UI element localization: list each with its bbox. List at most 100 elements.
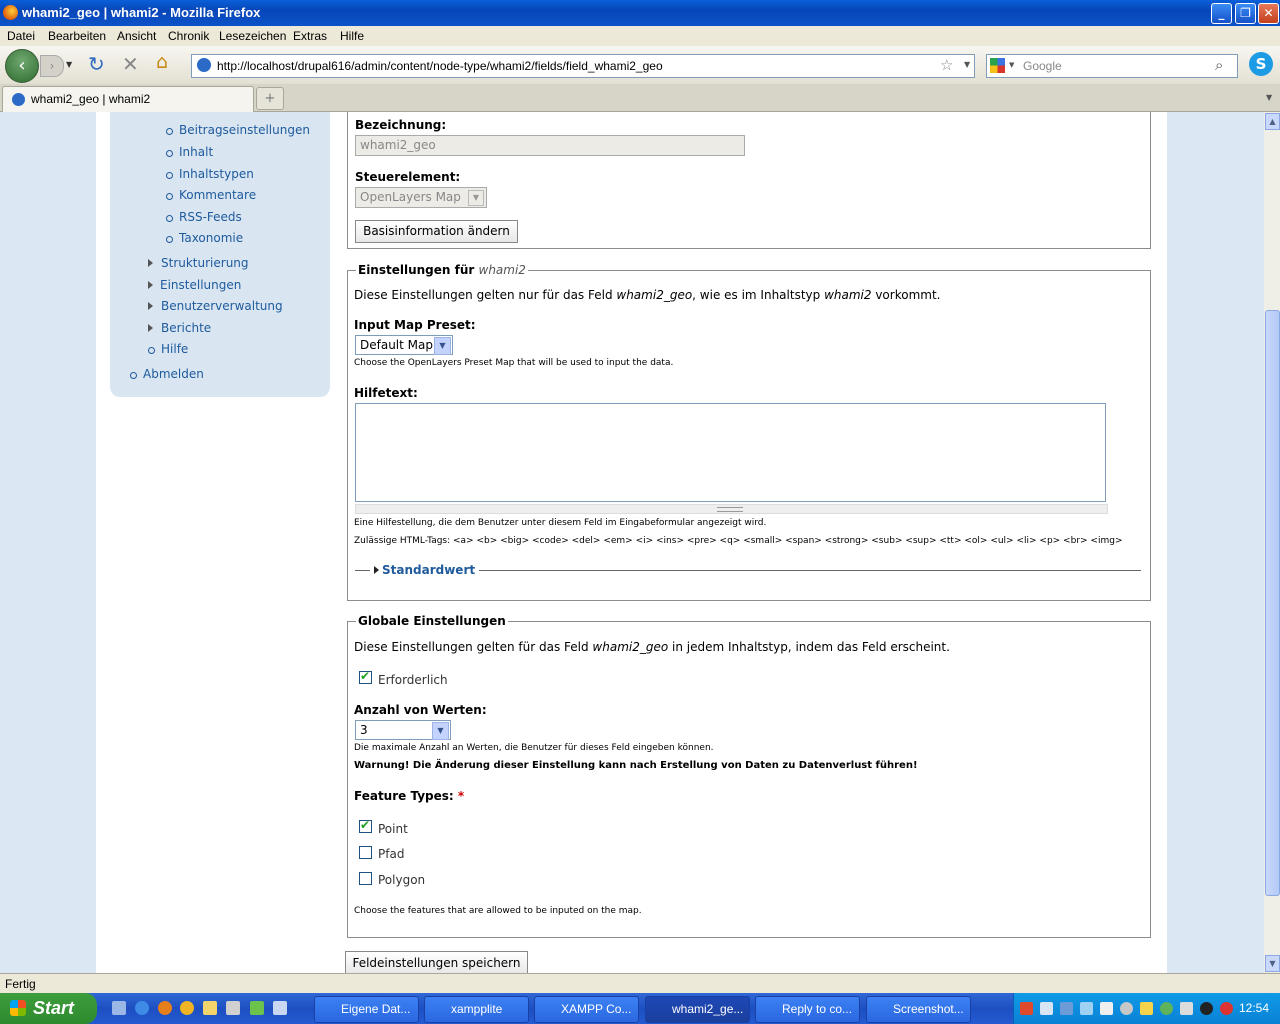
- nav-benutzerverwaltung[interactable]: Benutzerverwaltung: [161, 299, 283, 313]
- quicklaunch-icon[interactable]: [112, 1001, 126, 1015]
- scroll-up-icon[interactable]: ▲: [1265, 113, 1280, 130]
- folder-icon[interactable]: [203, 1001, 217, 1015]
- home-icon[interactable]: ⌂: [156, 51, 168, 73]
- allowed-tags: Zulässige HTML-Tags: <a> <b> <big> <code…: [354, 536, 1123, 546]
- menu-ansicht[interactable]: Ansicht: [117, 29, 156, 43]
- nav-rss-feeds[interactable]: RSS-Feeds: [179, 210, 242, 224]
- preset-select[interactable]: Default Map ▼: [355, 335, 453, 355]
- feature-point-checkbox[interactable]: [359, 818, 372, 833]
- nav-berichte[interactable]: Berichte: [161, 321, 211, 335]
- url-dropdown-icon[interactable]: ▼: [964, 60, 970, 69]
- media-icon[interactable]: [180, 1001, 194, 1015]
- firefox-launch-icon[interactable]: [158, 1001, 172, 1015]
- stop-icon[interactable]: ✕: [122, 52, 139, 76]
- bookmark-star-icon[interactable]: ☆: [940, 56, 953, 74]
- tray-icon[interactable]: [1060, 1002, 1073, 1015]
- feature-pfad-checkbox[interactable]: [359, 846, 372, 859]
- search-magnifier-icon[interactable]: ⌕: [1215, 56, 1223, 74]
- firefox-icon: [3, 5, 18, 20]
- calculator-icon[interactable]: [226, 1001, 240, 1015]
- feature-polygon-checkbox[interactable]: [359, 872, 372, 885]
- search-bar[interactable]: ▼ Google ⌕: [986, 54, 1238, 78]
- tray-icon[interactable]: [1020, 1002, 1033, 1015]
- maximize-button[interactable]: ❐: [1235, 3, 1256, 24]
- navigation-toolbar: ‹ › ▼ ↻ ✕ ⌂ http://localhost/drupal616/a…: [0, 46, 1280, 84]
- task-reply[interactable]: Reply to co...: [755, 996, 860, 1023]
- engine-dropdown-icon[interactable]: ▼: [1009, 61, 1014, 69]
- expand-icon: [148, 324, 153, 332]
- tray-icon[interactable]: [1200, 1002, 1213, 1015]
- change-basic-info-button[interactable]: Basisinformation ändern: [355, 220, 518, 243]
- menu-chronik[interactable]: Chronik: [168, 29, 209, 43]
- instance-settings-intro: Diese Einstellungen gelten nur für das F…: [354, 288, 941, 302]
- help-textarea[interactable]: [355, 403, 1106, 502]
- standardwert-toggle[interactable]: Standardwert: [370, 563, 480, 577]
- nav-beitragseinstellungen[interactable]: Beitragseinstellungen: [179, 123, 310, 137]
- widget-select[interactable]: OpenLayers Map ▼: [355, 187, 487, 208]
- nav-kommentare[interactable]: Kommentare: [179, 188, 256, 202]
- task-firefox-active[interactable]: whami2_ge...: [645, 996, 750, 1023]
- task-eigene-dateien[interactable]: Eigene Dat...: [314, 996, 419, 1023]
- preset-description: Choose the OpenLayers Preset Map that wi…: [354, 358, 674, 368]
- close-button[interactable]: ✕: [1258, 3, 1279, 24]
- back-button[interactable]: ‹: [5, 49, 39, 83]
- widget-title: Steuerelement:: [355, 170, 461, 184]
- nav-strukturierung[interactable]: Strukturierung: [161, 256, 249, 270]
- menu-bearbeiten[interactable]: Bearbeiten: [48, 29, 106, 43]
- address-url: http://localhost/drupal616/admin/content…: [217, 59, 663, 73]
- menu-lesezeichen[interactable]: Lesezeichen: [219, 29, 286, 43]
- textarea-resize-grip[interactable]: [355, 504, 1108, 514]
- nav-taxonomie[interactable]: Taxonomie: [179, 231, 243, 245]
- address-bar[interactable]: http://localhost/drupal616/admin/content…: [191, 54, 975, 78]
- task-xampplite[interactable]: xampplite: [424, 996, 529, 1023]
- scroll-down-icon[interactable]: ▼: [1265, 955, 1280, 972]
- tray-icon[interactable]: [1100, 1002, 1113, 1015]
- global-settings-fieldset: Globale Einstellungen: [347, 614, 1151, 938]
- task-xampp-control[interactable]: XAMPP Co...: [534, 996, 639, 1023]
- window-title-bar: whami2_geo | whami2 - Mozilla Firefox _ …: [0, 0, 1280, 26]
- feature-description: Choose the features that are allowed to …: [354, 906, 642, 916]
- paint-icon[interactable]: [273, 1001, 287, 1015]
- minimize-button[interactable]: _: [1211, 3, 1232, 24]
- ie-icon[interactable]: [135, 1001, 149, 1015]
- menu-datei[interactable]: Datei: [7, 29, 35, 43]
- nav-hilfe[interactable]: Hilfe: [161, 342, 188, 356]
- feature-types-label: Feature Types: *: [354, 789, 465, 803]
- history-dropdown-icon[interactable]: ▼: [66, 60, 72, 69]
- new-tab-button[interactable]: +: [256, 87, 284, 110]
- vertical-scrollbar[interactable]: ▲ ▼: [1264, 112, 1280, 973]
- tab-active[interactable]: whami2_geo | whami2: [2, 86, 254, 112]
- start-button[interactable]: Start: [0, 993, 97, 1024]
- task-screenshot[interactable]: Screenshot...: [866, 996, 971, 1023]
- skype-icon[interactable]: S: [1249, 52, 1273, 76]
- scrollbar-thumb[interactable]: [1265, 310, 1280, 896]
- google-engine-icon[interactable]: [990, 58, 1005, 73]
- tray-icon[interactable]: [1220, 1002, 1233, 1015]
- tool-icon[interactable]: [250, 1001, 264, 1015]
- forward-button[interactable]: ›: [40, 55, 64, 77]
- menu-extras[interactable]: Extras: [293, 29, 327, 43]
- menu-bar: Datei Bearbeiten Ansicht Chronik Lesezei…: [0, 26, 1280, 46]
- chevron-down-icon: ▼: [432, 722, 449, 740]
- tray-icon[interactable]: [1080, 1002, 1093, 1015]
- count-select[interactable]: 3 ▼: [355, 720, 451, 740]
- tray-icon[interactable]: [1180, 1002, 1193, 1015]
- tray-icon[interactable]: [1140, 1002, 1153, 1015]
- nav-inhaltstypen[interactable]: Inhaltstypen: [179, 167, 254, 181]
- label-input[interactable]: whami2_geo: [355, 135, 745, 156]
- feature-polygon-label: Polygon: [378, 873, 426, 887]
- admin-sidebar: Beitragseinstellungen Inhalt Inhaltstype…: [110, 112, 330, 397]
- nav-einstellungen[interactable]: Einstellungen: [160, 278, 241, 292]
- menu-hilfe[interactable]: Hilfe: [340, 29, 364, 43]
- save-field-settings-button[interactable]: Feldeinstellungen speichern: [345, 951, 528, 973]
- tray-icon[interactable]: [1160, 1002, 1173, 1015]
- tab-list-icon[interactable]: ▼: [1266, 93, 1272, 102]
- drupal-favicon-icon: [12, 93, 25, 106]
- tray-icon[interactable]: [1040, 1002, 1053, 1015]
- reload-icon[interactable]: ↻: [88, 52, 105, 76]
- required-checkbox[interactable]: [359, 669, 372, 684]
- nav-abmelden[interactable]: Abmelden: [143, 367, 204, 381]
- tray-icon[interactable]: [1120, 1002, 1133, 1015]
- tab-bar: whami2_geo | whami2 + ▼: [0, 84, 1280, 112]
- nav-inhalt[interactable]: Inhalt: [179, 145, 213, 159]
